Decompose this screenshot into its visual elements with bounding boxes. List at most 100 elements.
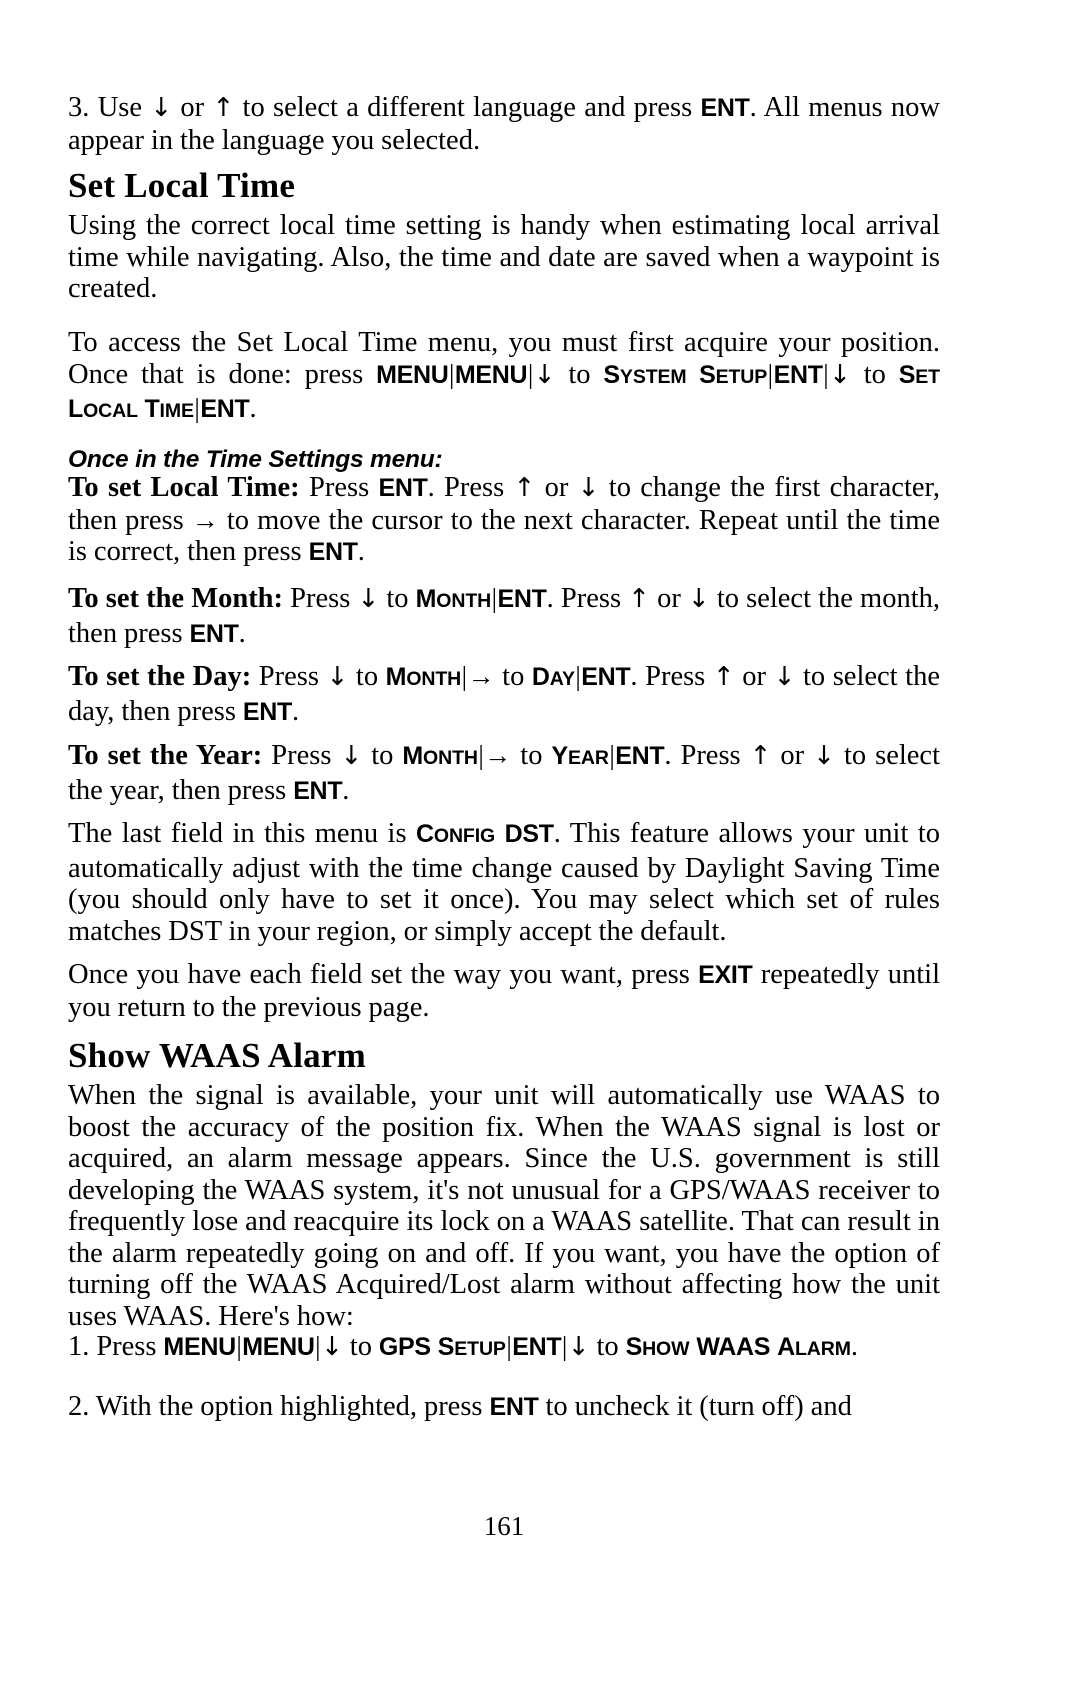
sc-cap: S bbox=[625, 1333, 643, 1361]
paragraph-set-month: To set the Month: Press ↓ to MONTH|ENT. … bbox=[68, 583, 940, 650]
numbered-step-3: 3. Use ↓ or ↑ to select a different lang… bbox=[68, 92, 940, 156]
menu-label-config: CONFIG bbox=[416, 820, 495, 848]
numbered-step-2-waas: 2. With the option highlighted, press EN… bbox=[68, 1391, 940, 1424]
sc-cap: M bbox=[415, 585, 437, 613]
sc-small: LARM bbox=[794, 1338, 851, 1360]
arrow-right-icon: → bbox=[484, 740, 512, 770]
key-label-menu: MENU bbox=[454, 360, 528, 389]
sc-cap: M bbox=[385, 663, 407, 691]
p4-text-2: to bbox=[379, 583, 416, 614]
p6-text-4: . Press bbox=[664, 740, 750, 771]
p3-text-6: . bbox=[357, 536, 365, 567]
p8-text-1: Once you have each field set the way you… bbox=[68, 959, 699, 990]
key-label-menu: MENU bbox=[376, 360, 449, 389]
arrow-down-icon: ↓ bbox=[813, 741, 835, 771]
arrow-down-icon: ↓ bbox=[829, 359, 851, 390]
p10-space-1 bbox=[431, 1331, 438, 1362]
p5-text-4: . Press bbox=[630, 661, 713, 692]
document-page: 3. Use ↓ or ↑ to select a different lang… bbox=[68, 0, 940, 1682]
step3-text-1: Use bbox=[97, 92, 151, 123]
sc-small: ONTH bbox=[423, 747, 478, 769]
p11-text-1: With the option highlighted, press bbox=[95, 1391, 490, 1422]
sc-cap: S bbox=[898, 360, 916, 389]
arrow-down-icon: ↓ bbox=[577, 473, 600, 503]
menu-label-month: MONTH bbox=[415, 585, 492, 613]
p6-text-2: to bbox=[362, 740, 403, 771]
key-label-ent: ENT bbox=[581, 663, 631, 691]
key-label-ent: ENT bbox=[242, 697, 292, 726]
paragraph-exit-instructions: Once you have each field set the way you… bbox=[68, 959, 940, 1023]
p2-text-4: . bbox=[249, 393, 257, 424]
menu-label-gps: GPS bbox=[378, 1333, 431, 1361]
arrow-down-icon: ↓ bbox=[326, 662, 349, 692]
p5-text-7: . bbox=[291, 695, 300, 727]
sc-small: ONFIG bbox=[433, 825, 496, 847]
arrow-up-icon: ↑ bbox=[628, 584, 650, 614]
key-label-ent: ENT bbox=[773, 360, 823, 389]
p3-text-1: Press bbox=[299, 472, 379, 503]
menu-label-day: DAY bbox=[532, 663, 575, 691]
page-number: 161 bbox=[483, 1511, 525, 1541]
paragraph-set-local-time-steps: To set Local Time: Press ENT. Press ↑ or… bbox=[68, 472, 940, 569]
key-label-ent: ENT bbox=[700, 94, 750, 122]
p4-text-1: Press bbox=[283, 583, 358, 614]
key-label-menu: MENU bbox=[242, 1333, 315, 1361]
arrow-up-icon: ↑ bbox=[712, 662, 735, 692]
run-in-lead: To set the Day: bbox=[68, 661, 252, 692]
paragraph-set-year: To set the Year: Press ↓ to MONTH|→ to Y… bbox=[68, 740, 940, 807]
key-label-ent: ENT bbox=[189, 619, 239, 648]
key-label-ent: ENT bbox=[200, 395, 250, 423]
sc-small: YSTEM bbox=[619, 365, 687, 388]
p5-text-2: to bbox=[348, 661, 386, 692]
paragraph-local-time-intro: Using the correct local time setting is … bbox=[68, 210, 940, 304]
step3-text-2: or bbox=[172, 92, 213, 123]
sc-small: ETUP bbox=[715, 365, 768, 388]
sc-small: EAR bbox=[567, 747, 609, 769]
run-in-lead: To set the Year: bbox=[68, 740, 263, 771]
sc-cap: C bbox=[416, 820, 434, 848]
arrow-right-icon: → bbox=[191, 504, 219, 535]
arrow-down-icon: ↓ bbox=[773, 662, 796, 692]
arrow-down-icon: ↓ bbox=[567, 1332, 590, 1362]
step-number: 1. bbox=[68, 1331, 97, 1362]
arrow-down-icon: ↓ bbox=[533, 359, 556, 390]
sc-cap: L bbox=[68, 395, 84, 423]
arrow-down-icon: ↓ bbox=[357, 584, 380, 614]
arrow-up-icon: ↑ bbox=[212, 93, 235, 123]
sc-small: OCAL bbox=[83, 400, 138, 422]
section-heading-set-local-time: Set Local Time bbox=[68, 166, 296, 205]
p10-text-2: to bbox=[342, 1331, 379, 1362]
sc-cap: Y bbox=[551, 742, 568, 770]
key-label-ent: ENT bbox=[308, 538, 358, 566]
menu-label-system-setup: SYSTEM SETUP bbox=[603, 361, 767, 389]
step3-text-3: to select a different language and press bbox=[234, 92, 701, 123]
menu-label-waas: WAAS bbox=[696, 1333, 771, 1361]
numbered-step-1-waas: 1. Press MENU|MENU|↓ to GPS SETUP|ENT|↓ … bbox=[68, 1331, 940, 1366]
p6-text-7: . bbox=[342, 774, 350, 806]
paragraph-set-day: To set the Day: Press ↓ to MONTH|→ to DA… bbox=[68, 661, 940, 728]
sc-cap: A bbox=[777, 1333, 795, 1361]
p4-text-4: or bbox=[649, 583, 688, 614]
arrow-up-icon: ↑ bbox=[513, 473, 536, 503]
menu-label-dst: DST bbox=[504, 820, 554, 848]
key-label-ent: ENT bbox=[489, 1393, 539, 1421]
key-label-menu: MENU bbox=[163, 1333, 236, 1361]
sc-small: ONTH bbox=[406, 668, 462, 690]
key-label-exit: EXIT bbox=[698, 961, 753, 989]
menu-label-setup: SETUP bbox=[438, 1333, 506, 1361]
arrow-down-icon: ↓ bbox=[340, 741, 363, 771]
arrow-down-icon: ↓ bbox=[321, 1332, 343, 1362]
sc-cap: D bbox=[531, 663, 550, 691]
sc-small: HOW bbox=[642, 1338, 690, 1360]
sc-cap: S bbox=[437, 1333, 455, 1361]
arrow-right-icon: → bbox=[467, 661, 495, 691]
menu-label-show: SHOW bbox=[626, 1333, 690, 1361]
p2-text-2: to bbox=[555, 358, 604, 390]
menu-label-month: MONTH bbox=[402, 742, 478, 770]
sc-cap: S bbox=[603, 360, 620, 389]
paragraph-waas-description: When the signal is available, your unit … bbox=[68, 1080, 940, 1332]
menu-label-year: YEAR bbox=[551, 742, 608, 770]
arrow-down-icon: ↓ bbox=[687, 584, 710, 614]
sc-small: AY bbox=[549, 668, 575, 690]
p3-text-2: . Press bbox=[427, 472, 514, 503]
